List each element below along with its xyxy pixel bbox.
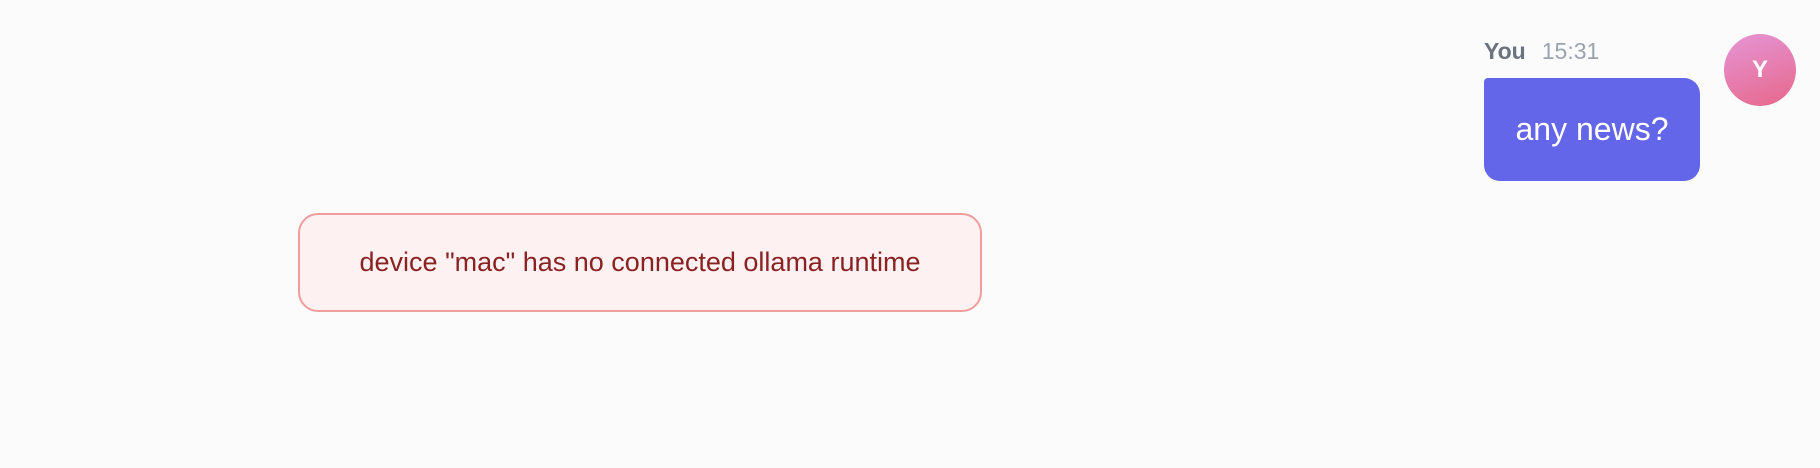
avatar[interactable]: Y xyxy=(1724,34,1796,106)
error-message: device "mac" has no connected ollama run… xyxy=(298,213,982,312)
chat-area: You 15:31 any news? Y device "mac" has n… xyxy=(0,0,1820,468)
user-message-bubble: any news? xyxy=(1484,78,1700,181)
avatar-initial: Y xyxy=(1751,56,1768,83)
user-message-text: any news? xyxy=(1515,111,1669,147)
error-message-text: device "mac" has no connected ollama run… xyxy=(359,247,921,277)
message-timestamp: 15:31 xyxy=(1541,38,1600,64)
message-sender: You xyxy=(1484,38,1526,64)
message-meta: You 15:31 xyxy=(1484,38,1599,65)
